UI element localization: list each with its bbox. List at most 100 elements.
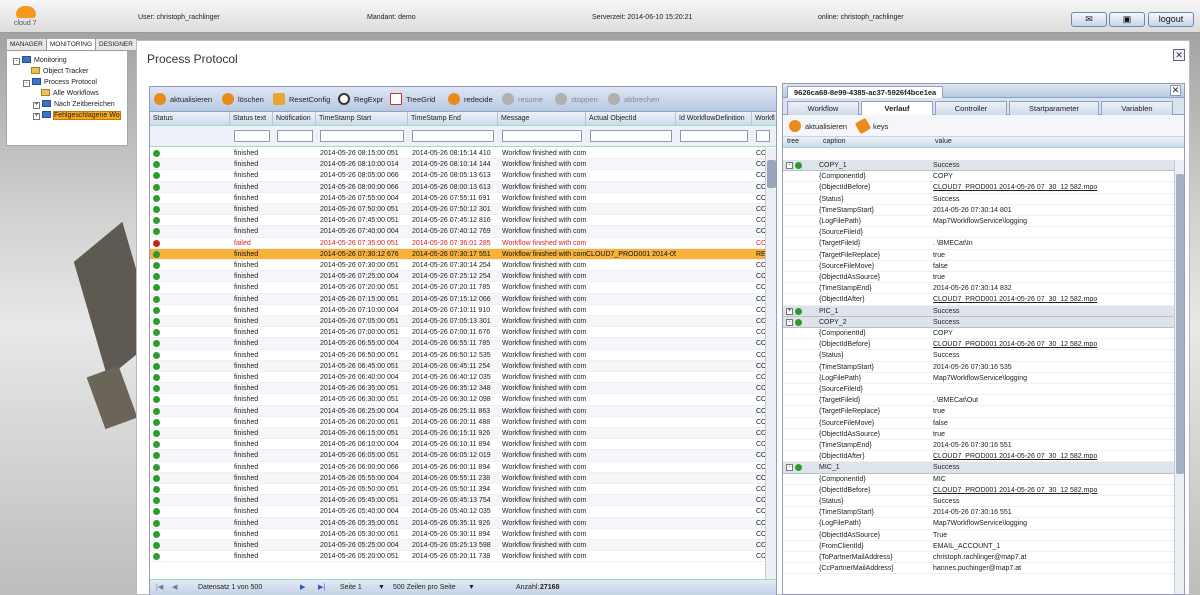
- table-row[interactable]: finished 2014-05-26 07:05:00 051 2014-05-2…: [150, 316, 766, 328]
- col-workflow-definition[interactable]: Id WorkflowDefinition: [676, 112, 752, 126]
- tree-attribute-row[interactable]: {TimeStampStart} 2014-05-26 07:30:14 801: [783, 205, 1175, 216]
- tree-attribute-row[interactable]: {TargetFileReplace} true: [783, 250, 1175, 261]
- col-caption[interactable]: caption: [823, 138, 846, 145]
- table-row[interactable]: finished 2014-05-26 05:40:00 004 2014-05-2…: [150, 506, 766, 518]
- col-workflow[interactable]: Workfl: [752, 112, 776, 126]
- redecide-button[interactable]: redecide: [448, 93, 493, 107]
- tree-attribute-row[interactable]: {ToPartnerMailAddress} christoph.rachling…: [783, 552, 1175, 564]
- value-cell[interactable]: CLOUD7_PROD001 2014-05-26 07_30_12 582.m…: [933, 182, 1097, 193]
- resetconfig-button[interactable]: ResetConfig: [273, 93, 330, 107]
- filter-notification[interactable]: [277, 130, 313, 142]
- tree-attribute-row[interactable]: {TimeStampEnd} 2014-05-26 07:30:16 551: [783, 440, 1175, 452]
- table-row[interactable]: finished 2014-05-26 06:50:00 051 2014-05-2…: [150, 350, 766, 361]
- page-select-arrow[interactable]: ▼: [378, 580, 385, 595]
- filter-workflow-definition[interactable]: [680, 130, 748, 142]
- table-row[interactable]: finished 2014-05-26 06:35:00 051 2014-05-2…: [150, 383, 766, 395]
- tab-designer[interactable]: DESIGNER: [96, 39, 137, 50]
- table-row[interactable]: finished 2014-05-26 06:30:00 051 2014-05-2…: [150, 394, 766, 406]
- table-row[interactable]: finished 2014-05-26 05:45:00 051 2014-05-2…: [150, 495, 766, 507]
- table-row[interactable]: finished 2014-05-26 06:10:00 004 2014-05-2…: [150, 439, 766, 451]
- detail-title[interactable]: 9626ca68-8e99-4385-ac37-5926f4bce1ea: [787, 86, 944, 98]
- table-row[interactable]: finished 2014-05-26 07:10:00 004 2014-05-2…: [150, 305, 766, 316]
- tree-item-fehlgeschlagene[interactable]: + Fehlgeschlagene Wo: [33, 111, 121, 121]
- table-row[interactable]: finished 2014-05-26 07:30:00 051 2014-05-2…: [150, 260, 766, 272]
- tree-attribute-row[interactable]: {Status} Success: [783, 350, 1175, 362]
- tree-attribute-row[interactable]: {ComponentId} COPY: [783, 171, 1175, 183]
- tree-node-row[interactable]: + PIC_1 Success: [783, 305, 1175, 317]
- regexpr-button[interactable]: RegExpr: [338, 93, 383, 107]
- table-row[interactable]: finished 2014-05-26 05:20:00 051 2014-05-2…: [150, 551, 766, 563]
- tree-attribute-row[interactable]: {ComponentId} MIC: [783, 474, 1175, 485]
- table-row[interactable]: finished 2014-05-26 05:25:00 004 2014-05-2…: [150, 540, 766, 552]
- table-row[interactable]: finished 2014-05-26 07:40:00 004 2014-05-2…: [150, 226, 766, 238]
- abbrechen-button[interactable]: abbrechen: [608, 93, 659, 107]
- tree-attribute-row[interactable]: {Status} Success: [783, 194, 1175, 205]
- tree-attribute-row[interactable]: {TargetFileId} . \BMECat\In: [783, 238, 1175, 250]
- grid-scrollbar[interactable]: [765, 148, 776, 580]
- table-row[interactable]: finished 2014-05-26 07:45:00 051 2014-05-2…: [150, 215, 766, 227]
- filter-timestamp-end[interactable]: [412, 130, 494, 142]
- filter-timestamp-start[interactable]: [320, 130, 404, 142]
- filter-workflow[interactable]: [756, 130, 770, 142]
- tree-attribute-row[interactable]: {SourceFileMove} false: [783, 261, 1175, 272]
- next-page-button[interactable]: ▶: [300, 580, 305, 595]
- table-row[interactable]: finished 2014-05-26 06:20:00 051 2014-05-2…: [150, 417, 766, 428]
- treegrid-button[interactable]: TreeGrid: [390, 93, 435, 107]
- tree-attribute-row[interactable]: {SourceFileId}: [783, 227, 1175, 239]
- tree-attribute-row[interactable]: {ObjectIdAsSource} true: [783, 429, 1175, 440]
- resume-button[interactable]: resume: [502, 93, 543, 107]
- table-row[interactable]: finished 2014-05-26 07:00:00 051 2014-05-2…: [150, 327, 766, 339]
- tree-attribute-row[interactable]: {CcPartnerMailAddress} hannes.puchinger@m…: [783, 563, 1175, 575]
- tree-attribute-row[interactable]: {Status} Success: [783, 496, 1175, 508]
- table-row[interactable]: finished 2014-05-26 06:15:00 051 2014-05-2…: [150, 428, 766, 440]
- tree-attribute-row[interactable]: {SourceFileMove} false: [783, 418, 1175, 429]
- tab-verlauf[interactable]: Verlauf: [861, 101, 933, 115]
- col-value[interactable]: value: [935, 138, 952, 145]
- table-row[interactable]: finished 2014-05-26 08:10:00 014 2014-05-2…: [150, 159, 766, 171]
- tree-item-object-tracker[interactable]: Object Tracker: [31, 67, 89, 77]
- tree-attribute-row[interactable]: {TimeStampStart} 2014-05-26 07:30:16 551: [783, 507, 1175, 519]
- tree-attribute-row[interactable]: {SourceFileId}: [783, 384, 1175, 396]
- table-row[interactable]: finished 2014-05-26 07:20:00 051 2014-05-2…: [150, 282, 766, 294]
- stoppen-button[interactable]: stoppen: [555, 93, 598, 107]
- tree-attribute-row[interactable]: {TimeStampEnd} 2014-05-26 07:30:14 832: [783, 283, 1175, 295]
- tree-attribute-row[interactable]: {ObjectIdAfter} CLOUD7_PROD001 2014-05-26…: [783, 294, 1175, 306]
- tree-attribute-row[interactable]: {ComponentId} COPY: [783, 328, 1175, 340]
- tree-attribute-row[interactable]: {ObjectIdBefore} CLOUD7_PROD001 2014-05-2…: [783, 485, 1175, 496]
- tree-item-process-protocol[interactable]: - Process Protocol: [23, 78, 97, 88]
- filter-message[interactable]: [502, 130, 582, 142]
- tree-attribute-row[interactable]: {TimeStampStart} 2014-05-26 07:30:16 535: [783, 362, 1175, 373]
- table-row[interactable]: finished 2014-05-26 07:50:00 051 2014-05-2…: [150, 204, 766, 216]
- tree-node-row[interactable]: - MIC_1 Success: [783, 462, 1175, 474]
- tree-attribute-row[interactable]: {TargetFileReplace} true: [783, 406, 1175, 418]
- table-row[interactable]: finished 2014-05-26 06:25:00 004 2014-05-2…: [150, 405, 766, 417]
- col-timestamp-end[interactable]: TimeStamp End: [408, 112, 498, 126]
- table-row[interactable]: finished 2014-05-26 06:55:00 004 2014-05-2…: [150, 338, 766, 350]
- tree-attribute-row[interactable]: {LogFilePath} Map7WorkflowService\logging: [783, 373, 1175, 384]
- table-row[interactable]: failed 2014-05-26 07:35:00 051 2014-05-26 …: [150, 238, 766, 249]
- col-timestamp-start[interactable]: TimeStamp Start: [316, 112, 408, 126]
- tree-node-row[interactable]: - COPY_1 Success: [783, 160, 1175, 172]
- col-tree[interactable]: tree: [787, 138, 799, 145]
- first-page-button[interactable]: |◀: [156, 580, 163, 595]
- page-select[interactable]: Seite 1: [340, 580, 362, 595]
- value-cell[interactable]: CLOUD7_PROD001 2014-05-26 07_30_12 582.m…: [933, 485, 1097, 496]
- table-row[interactable]: finished 2014-05-26 07:25:00 004 2014-05-2…: [150, 271, 766, 283]
- mail-button[interactable]: ✉: [1071, 12, 1107, 27]
- expand-icon[interactable]: +: [786, 307, 793, 315]
- col-actual-objectid[interactable]: Actual ObjectId: [586, 112, 676, 126]
- table-row[interactable]: finished 2014-05-26 06:00:00 066 2014-05-2…: [150, 462, 766, 473]
- logout-button[interactable]: logout: [1148, 12, 1194, 27]
- tree-attribute-row[interactable]: {TargetFileId} . \BMECat\Out: [783, 395, 1175, 407]
- table-row[interactable]: finished 2014-05-26 05:30:00 051 2014-05-2…: [150, 529, 766, 540]
- tab-monitoring[interactable]: MONITORING: [46, 39, 97, 50]
- tab-controller[interactable]: Controller: [935, 101, 1007, 115]
- table-row[interactable]: finished 2014-05-26 08:05:00 066 2014-05-2…: [150, 170, 766, 182]
- tree-attribute-row[interactable]: {ObjectIdAfter} CLOUD7_PROD001 2014-05-26…: [783, 451, 1175, 463]
- tree-attribute-row[interactable]: {ObjectIdBefore} CLOUD7_PROD001 2014-05-2…: [783, 339, 1175, 351]
- table-row[interactable]: finished 2014-05-26 08:15:00 051 2014-05-2…: [150, 148, 766, 160]
- tree-attribute-row[interactable]: {LogFilePath} Map7WorkflowService\logging: [783, 518, 1175, 530]
- detail-close-button[interactable]: ✕: [1170, 85, 1181, 96]
- window-button[interactable]: ▣: [1109, 12, 1145, 27]
- tree-attribute-row[interactable]: {FromClientId} EMAIL_ACCOUNT_1: [783, 541, 1175, 552]
